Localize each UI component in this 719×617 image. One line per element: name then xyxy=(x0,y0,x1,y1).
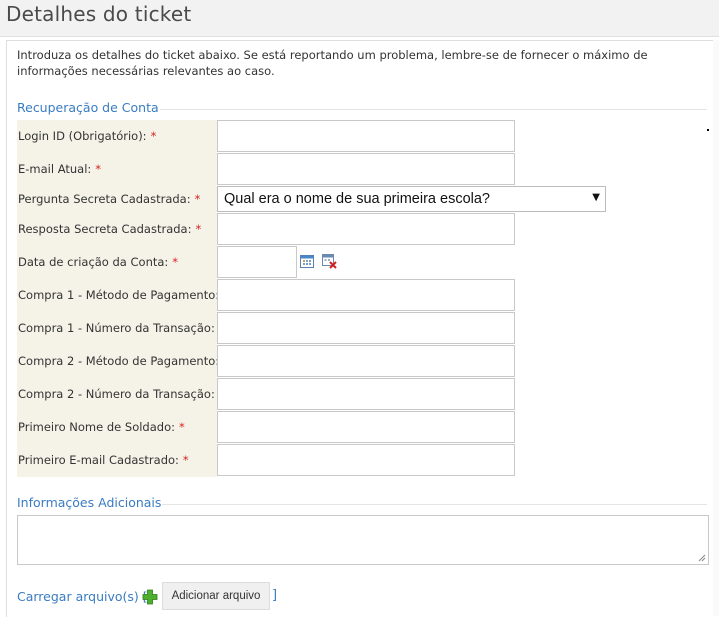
section-divider xyxy=(162,504,707,505)
purchase1-method-input[interactable] xyxy=(217,279,515,311)
required-marker: * xyxy=(172,255,179,269)
secret-answer-input[interactable] xyxy=(217,213,515,245)
required-marker: * xyxy=(95,162,102,176)
stray-dot xyxy=(707,129,709,131)
plus-icon[interactable] xyxy=(142,589,158,605)
purchase2-txn-input[interactable] xyxy=(217,378,515,410)
additional-info-textarea[interactable] xyxy=(17,515,709,565)
first-email-label: Primeiro E-mail Cadastrado: * xyxy=(18,453,189,467)
page-header: Detalhes do ticket xyxy=(0,0,719,37)
chevron-down-icon: ▼ xyxy=(592,192,600,203)
intro-text: Introduza os detalhes do ticket abaixo. … xyxy=(17,48,648,78)
login-id-input[interactable] xyxy=(217,120,515,152)
required-marker: * xyxy=(195,222,202,236)
soldier-name-label: Primeiro Nome de Soldado: * xyxy=(18,420,185,434)
required-marker: * xyxy=(182,453,189,467)
scroll-area xyxy=(713,40,719,616)
section-divider xyxy=(160,109,707,110)
created-date-label: Data de criação da Conta: * xyxy=(18,255,179,269)
purchase1-method-label: Compra 1 - Método de Pagamento: xyxy=(18,288,220,302)
login-id-label: Login ID (Obrigatório): * xyxy=(18,129,157,143)
required-marker: * xyxy=(150,129,157,143)
secret-answer-label: Resposta Secreta Cadastrada: * xyxy=(18,222,202,236)
purchase2-method-input[interactable] xyxy=(217,345,515,377)
section-title-account: Recuperação de Conta xyxy=(17,100,159,115)
required-marker: * xyxy=(194,192,201,206)
created-date-input[interactable] xyxy=(217,246,297,278)
required-marker: * xyxy=(179,420,185,434)
secret-question-select[interactable]: Qual era o nome de sua primeira escola? … xyxy=(217,186,606,212)
soldier-name-input[interactable] xyxy=(217,411,515,443)
page-title: Detalhes do ticket xyxy=(6,2,192,26)
add-file-button[interactable]: Adicionar arquivo xyxy=(162,582,270,610)
purchase1-txn-input[interactable] xyxy=(217,312,515,344)
secret-question-label: Pergunta Secreta Cadastrada: * xyxy=(18,192,201,206)
clear-date-icon[interactable] xyxy=(321,253,337,269)
purchase2-method-label: Compra 2 - Método de Pagamento: xyxy=(18,354,220,368)
section-title-additional: Informações Adicionais xyxy=(17,495,162,510)
secret-question-value: Qual era o nome de sua primeira escola? xyxy=(224,191,490,207)
resize-grip-icon[interactable] xyxy=(698,554,706,562)
calendar-icon[interactable] xyxy=(299,253,315,269)
email-label: E-mail Atual: * xyxy=(18,162,102,176)
email-input[interactable] xyxy=(217,153,515,185)
upload-bracket-close: ] xyxy=(272,588,278,603)
upload-label: Carregar arquivo(s) [ xyxy=(17,589,148,604)
first-email-input[interactable] xyxy=(217,444,515,476)
purchase1-txn-label: Compra 1 - Número da Transação: xyxy=(18,321,215,335)
purchase2-txn-label: Compra 2 - Número da Transação: xyxy=(18,387,215,401)
